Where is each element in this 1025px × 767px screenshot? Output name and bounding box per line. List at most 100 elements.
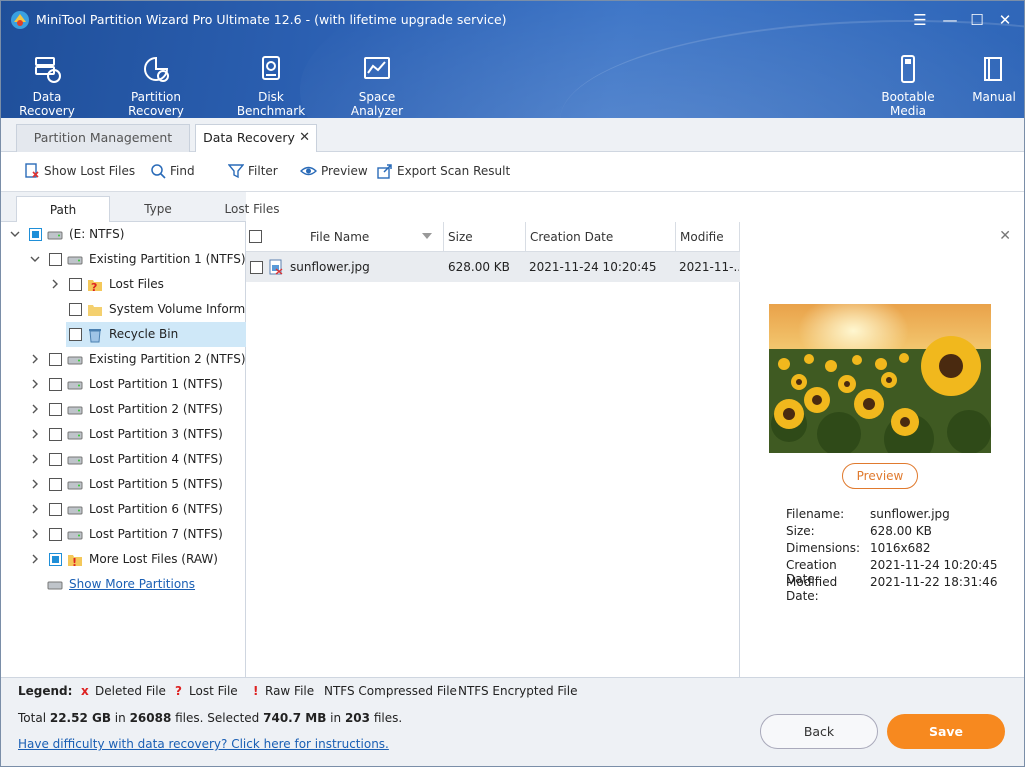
checkbox[interactable] xyxy=(49,403,62,416)
chevron-right-icon[interactable] xyxy=(30,429,40,439)
help-link[interactable]: Have difficulty with data recovery? Clic… xyxy=(18,737,389,751)
tree-item[interactable]: System Volume Inform... xyxy=(0,297,257,322)
chevron-right-icon[interactable] xyxy=(30,454,40,464)
column-label: Size xyxy=(448,230,473,244)
checkbox[interactable] xyxy=(49,253,62,266)
find-button[interactable]: Find xyxy=(150,163,195,179)
tree-item[interactable]: Lost Partition 1 (NTFS) xyxy=(0,372,246,397)
column-size[interactable]: Size xyxy=(444,222,526,252)
tree-item[interactable]: ? Lost Files xyxy=(0,272,246,297)
checkbox[interactable] xyxy=(29,228,42,241)
legend-deleted: Deleted File xyxy=(95,684,166,698)
close-icon[interactable]: ✕ xyxy=(994,9,1016,31)
checkbox[interactable] xyxy=(69,328,82,341)
toolbar-disk-benchmark[interactable]: Disk Benchmark xyxy=(226,54,316,118)
tree-item[interactable]: Existing Partition 2 (NTFS) xyxy=(0,347,246,372)
show-more-partitions-link[interactable]: Show More Partitions xyxy=(69,577,195,591)
toolbar-bootable-media[interactable]: Bootable Media xyxy=(864,54,952,118)
tree-item[interactable]: Recycle Bin xyxy=(0,322,246,347)
toolbar-manual[interactable]: Manual xyxy=(968,54,1020,104)
drive-icon xyxy=(67,431,83,440)
chevron-right-icon[interactable] xyxy=(30,504,40,514)
legend-encrypted: NTFS Encrypted File xyxy=(458,684,578,698)
filter-button[interactable]: Filter xyxy=(228,163,278,179)
row-checkbox[interactable] xyxy=(250,261,263,274)
preview-button[interactable]: Preview xyxy=(300,163,368,179)
preview-file-button[interactable]: Preview xyxy=(842,463,918,489)
menu-icon[interactable]: ☰ xyxy=(909,9,931,31)
close-preview-icon[interactable]: ✕ xyxy=(999,228,1011,244)
info-value: 628.00 KB xyxy=(870,524,932,538)
tree-item[interactable]: ! More Lost Files (RAW) xyxy=(0,547,246,572)
maximize-icon[interactable]: ☐ xyxy=(966,9,988,31)
chevron-right-icon[interactable] xyxy=(30,554,40,564)
tree-label: Lost Partition 4 (NTFS) xyxy=(89,452,223,466)
toolbar-space-analyzer[interactable]: Space Analyzer xyxy=(335,54,419,118)
tab-lost-files[interactable]: Lost Files xyxy=(206,196,298,222)
toolbar-label: Partition Recovery xyxy=(128,90,184,118)
chevron-right-icon[interactable] xyxy=(30,479,40,489)
bootable-media-icon xyxy=(901,55,915,83)
checkbox[interactable] xyxy=(49,478,62,491)
tree-item[interactable]: Lost Partition 4 (NTFS) xyxy=(0,447,246,472)
chevron-right-icon[interactable] xyxy=(30,379,40,389)
legend-raw: Raw File xyxy=(265,684,315,698)
info-key: Modified Date: xyxy=(786,575,838,603)
checkbox[interactable] xyxy=(49,378,62,391)
tree-item[interactable]: Existing Partition 1 (NTFS) xyxy=(0,247,246,272)
checkbox[interactable] xyxy=(49,428,62,441)
view-tab-bar: Path Type Lost Files xyxy=(0,192,279,223)
tree-item[interactable]: Lost Partition 7 (NTFS) xyxy=(0,522,246,547)
checkbox[interactable] xyxy=(49,553,62,566)
summary-text: files. xyxy=(370,711,403,725)
save-button[interactable]: Save xyxy=(887,714,1005,749)
export-scan-result-button[interactable]: Export Scan Result xyxy=(377,163,510,179)
selected-size: 740.7 MB xyxy=(263,711,327,725)
space-analyzer-icon xyxy=(364,57,390,79)
tab-data-recovery[interactable]: Data Recovery ✕ xyxy=(195,124,317,153)
checkbox[interactable] xyxy=(69,278,82,291)
tree-item[interactable]: Lost Partition 3 (NTFS) xyxy=(0,422,246,447)
tab-path[interactable]: Path xyxy=(16,196,110,223)
file-list-header: File Name Size Creation Date Modifie xyxy=(246,222,740,252)
column-file-name[interactable]: File Name xyxy=(246,222,444,252)
preview-image xyxy=(769,304,991,453)
info-key: Filename: xyxy=(786,507,845,521)
checkbox[interactable] xyxy=(49,453,62,466)
tree-root[interactable]: (E: NTFS) xyxy=(0,222,246,247)
window-title: MiniTool Partition Wizard Pro Ultimate 1… xyxy=(36,12,507,27)
back-button[interactable]: Back xyxy=(760,714,878,749)
legend-title: Legend: xyxy=(18,684,73,698)
drive-icon xyxy=(67,256,83,265)
chevron-right-icon[interactable] xyxy=(30,529,40,539)
chevron-right-icon[interactable] xyxy=(30,354,40,364)
show-lost-files-icon xyxy=(25,163,39,178)
folder-icon xyxy=(88,305,102,316)
checkbox[interactable] xyxy=(69,303,82,316)
tab-close-icon[interactable]: ✕ xyxy=(299,125,310,151)
checkbox[interactable] xyxy=(49,528,62,541)
table-row[interactable]: sunflower.jpg 628.00 KB 2021-11-24 10:20… xyxy=(246,252,740,282)
checkbox[interactable] xyxy=(49,503,62,516)
tree-item[interactable]: Lost Partition 2 (NTFS) xyxy=(0,397,246,422)
show-lost-files-button[interactable]: Show Lost Files xyxy=(24,163,135,179)
column-modified-date[interactable]: Modifie xyxy=(676,222,740,252)
tree-item[interactable]: Lost Partition 5 (NTFS) xyxy=(0,472,246,497)
select-all-checkbox[interactable] xyxy=(249,230,262,243)
column-creation-date[interactable]: Creation Date xyxy=(526,222,676,252)
minimize-icon[interactable]: — xyxy=(939,9,961,31)
chevron-down-icon[interactable] xyxy=(10,229,20,239)
drive-icon xyxy=(47,231,63,240)
checkbox[interactable] xyxy=(49,353,62,366)
tab-partition-management[interactable]: Partition Management xyxy=(16,124,190,152)
chevron-right-icon[interactable] xyxy=(30,404,40,414)
main-tab-bar: Partition Management Data Recovery ✕ xyxy=(0,118,1025,153)
chevron-down-icon[interactable] xyxy=(30,254,40,264)
toolbar-data-recovery[interactable]: Data Recovery xyxy=(6,54,88,118)
chevron-right-icon[interactable] xyxy=(50,279,60,289)
show-more-partitions[interactable]: Show More Partitions xyxy=(0,572,246,597)
info-key: Size: xyxy=(786,524,815,538)
tab-type[interactable]: Type xyxy=(110,196,206,222)
tree-item[interactable]: Lost Partition 6 (NTFS) xyxy=(0,497,246,522)
toolbar-partition-recovery[interactable]: Partition Recovery xyxy=(105,54,207,118)
